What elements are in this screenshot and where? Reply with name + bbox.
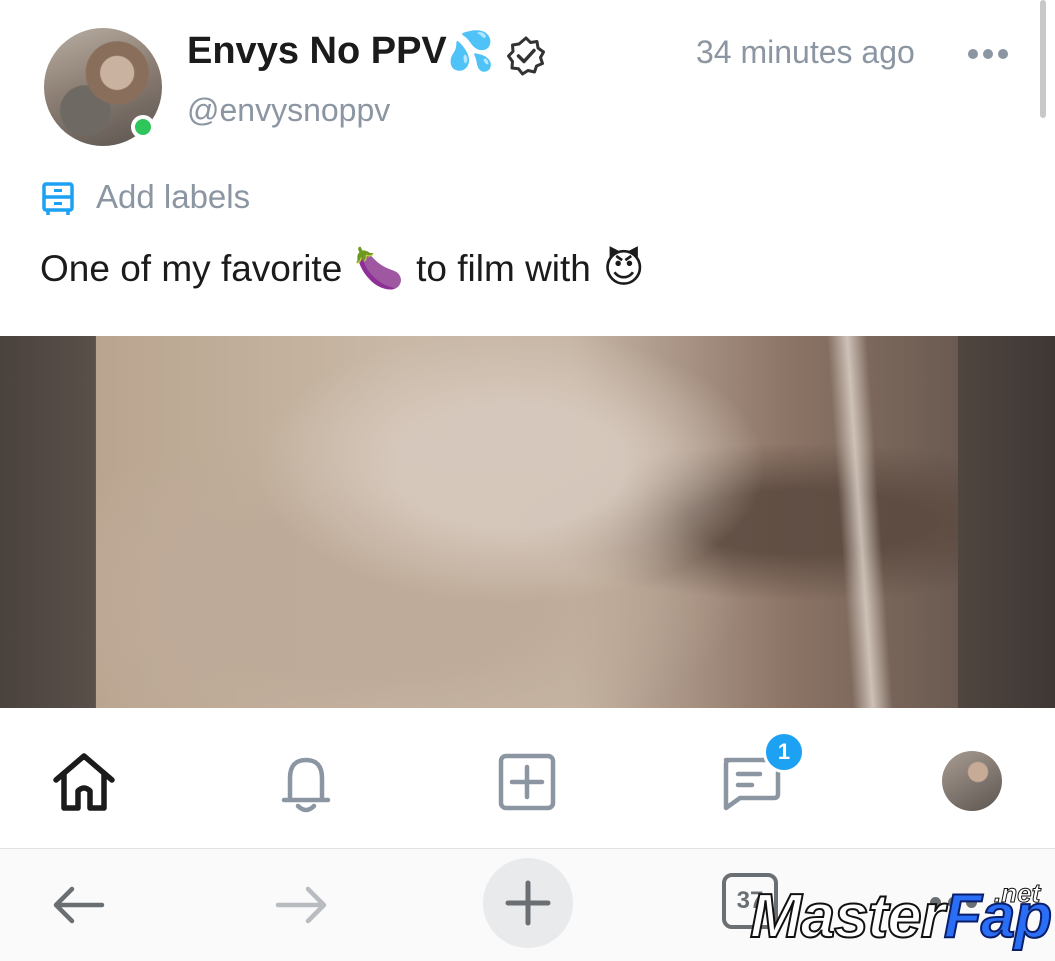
watermark-main: Master	[749, 882, 946, 951]
tab-profile-avatar[interactable]	[942, 751, 1002, 811]
new-tab-button[interactable]	[483, 858, 573, 948]
tab-notifications[interactable]	[270, 746, 342, 818]
bottom-tab-bar	[0, 708, 1055, 848]
home-icon	[53, 753, 115, 811]
add-labels-label: Add labels	[96, 178, 251, 215]
watermark-suffix: .net	[993, 878, 1041, 908]
verified-badge-icon	[507, 36, 545, 76]
tab-create[interactable]	[491, 746, 563, 818]
messages-unread-badge: 1	[763, 731, 805, 773]
plus-icon	[505, 880, 551, 926]
author-username[interactable]: @envysnoppv	[187, 92, 390, 129]
post-text-part1: One of my favorite	[40, 248, 343, 289]
more-dots-icon[interactable]	[968, 46, 1014, 64]
tab-home[interactable]	[48, 746, 120, 818]
post-media[interactable]	[0, 336, 1055, 708]
post-header: Envys No PPV 💦 @envysnoppv 34 minutes ag…	[0, 0, 1055, 170]
post-timestamp: 34 minutes ago	[696, 34, 915, 70]
arrow-right-icon[interactable]	[272, 883, 332, 927]
arrow-left-icon[interactable]	[48, 883, 108, 927]
name-emoji: 💦	[447, 31, 495, 73]
plus-square-icon	[498, 753, 556, 811]
eggplant-emoji: 🍆	[354, 247, 405, 291]
devil-emoji: 😈	[602, 247, 645, 291]
media-border-right	[958, 336, 1055, 708]
bell-icon	[281, 757, 331, 813]
post-body-text: One of my favorite 🍆 to film with 😈	[40, 248, 657, 290]
watermark: MasterFap .net	[749, 878, 1055, 960]
author-display-name[interactable]: Envys No PPV	[187, 30, 447, 73]
post-text-part2: to film with	[416, 248, 591, 289]
label-icon	[42, 182, 74, 215]
online-status-indicator	[131, 115, 155, 139]
